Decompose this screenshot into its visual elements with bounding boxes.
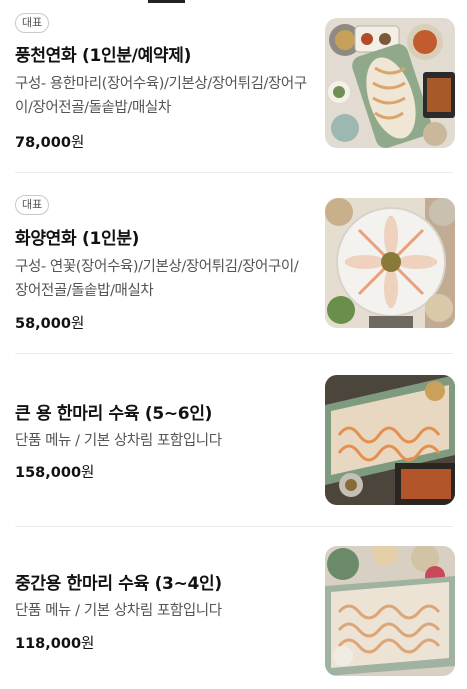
price-value: 78,000 bbox=[15, 135, 71, 151]
menu-item-name: 중간용 한마리 수육 (3~4인) bbox=[15, 574, 222, 594]
menu-item-price: 78,000원 bbox=[15, 131, 84, 152]
menu-item-photo[interactable] bbox=[325, 198, 455, 328]
price-currency: 원 bbox=[70, 316, 85, 332]
menu-item-description: 단품 메뉴 / 기본 상차림 포함입니다 bbox=[15, 603, 222, 619]
menu-item-photo[interactable] bbox=[325, 546, 455, 676]
menu-item-hwayang-yeonhwa[interactable]: 대표 화양연화 (1인분) 구성- 연꽃(장어수육)/기본상/장어튀김/장어구이… bbox=[0, 173, 467, 353]
menu-item-name: 화양연화 (1인분) bbox=[15, 229, 140, 249]
menu-item-price: 58,000원 bbox=[15, 312, 84, 333]
price-currency: 원 bbox=[81, 636, 95, 652]
menu-item-price: 158,000원 bbox=[15, 461, 94, 482]
price-currency: 원 bbox=[81, 465, 95, 481]
menu-item-description: 구성- 용한마리(장어수육)/기본상/장어튀김/장어구이/장어전골/돌솥밥/매실… bbox=[15, 76, 307, 116]
menu-item-photo[interactable] bbox=[325, 18, 455, 148]
menu-item-name: 풍천연화 (1인분/예약제) bbox=[15, 46, 192, 66]
menu-item-price: 118,000원 bbox=[15, 632, 94, 653]
menu-item-pungcheon-yeonhwa[interactable]: 대표 풍천연화 (1인분/예약제) 구성- 용한마리(장어수육)/기본상/장어튀… bbox=[0, 0, 467, 172]
price-value: 118,000 bbox=[15, 636, 82, 652]
price-currency: 원 bbox=[70, 135, 85, 151]
menu-item-photo[interactable] bbox=[325, 375, 455, 505]
menu-item-description: 구성- 연꽃(장어수육)/기본상/장어튀김/장어구이/장어전골/돌솥밥/매실차 bbox=[15, 259, 299, 299]
price-value: 58,000 bbox=[15, 316, 71, 332]
price-value: 158,000 bbox=[15, 465, 82, 481]
menu-item-description: 단품 메뉴 / 기본 상차림 포함입니다 bbox=[15, 433, 222, 449]
signature-badge: 대표 bbox=[15, 13, 50, 33]
menu-item-medium-dragon-suyuk[interactable]: 중간용 한마리 수육 (3~4인) 단품 메뉴 / 기본 상차림 포함입니다 1… bbox=[0, 527, 467, 689]
menu-item-name: 큰 용 한마리 수육 (5~6인) bbox=[15, 404, 213, 424]
signature-badge: 대표 bbox=[15, 195, 50, 215]
menu-item-large-dragon-suyuk[interactable]: 큰 용 한마리 수육 (5~6인) 단품 메뉴 / 기본 상차림 포함입니다 1… bbox=[0, 354, 467, 526]
